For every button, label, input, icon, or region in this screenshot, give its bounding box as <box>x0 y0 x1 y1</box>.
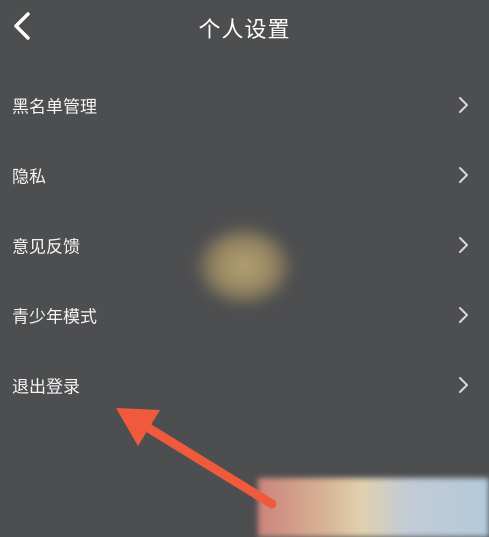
chevron-right-icon <box>457 306 469 324</box>
menu-item-logout[interactable]: 退出登录 <box>0 350 489 420</box>
menu-item-label: 隐私 <box>12 167 46 188</box>
menu-item-privacy[interactable]: 隐私 <box>0 140 489 210</box>
menu-item-label: 青少年模式 <box>12 307 97 328</box>
menu-item-blacklist[interactable]: 黑名单管理 <box>0 70 489 140</box>
blurred-image-overlay <box>196 226 292 306</box>
chevron-right-icon <box>457 96 469 114</box>
chevron-right-icon <box>457 236 469 254</box>
blurred-bottom-strip <box>258 478 489 537</box>
chevron-right-icon <box>457 376 469 394</box>
chevron-right-icon <box>457 166 469 184</box>
menu-item-label: 意见反馈 <box>12 237 80 258</box>
menu-item-label: 黑名单管理 <box>12 97 97 118</box>
top-bar: 个人设置 <box>0 0 489 56</box>
page-title: 个人设置 <box>198 18 291 43</box>
menu-item-label: 退出登录 <box>12 377 80 398</box>
